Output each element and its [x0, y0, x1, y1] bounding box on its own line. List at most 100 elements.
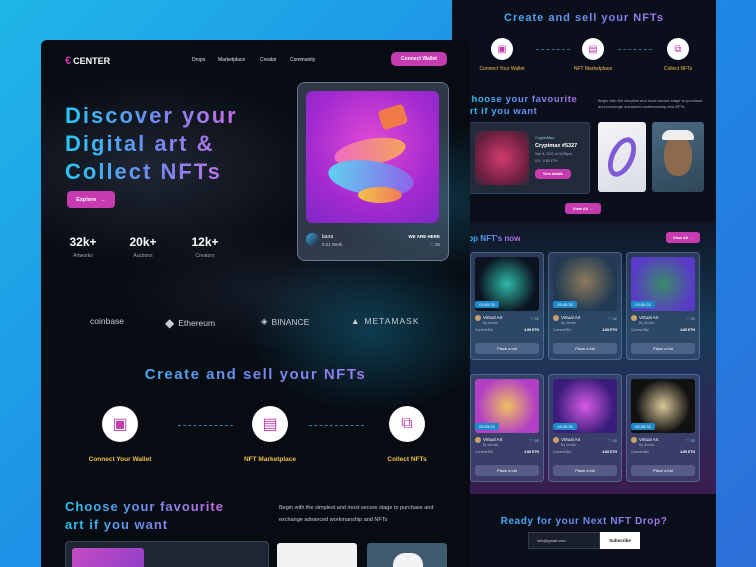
nft-card[interactable]: 03:05:33 Virtual Art By denish ♡ 92 Curr… — [470, 252, 544, 360]
stat-value: 32k+ — [69, 235, 97, 249]
creator-avatar — [475, 315, 481, 321]
nft-card-likes: ♡ 92 — [608, 438, 617, 443]
view-details-button[interactable]: View details — [535, 169, 571, 179]
place-bid-button[interactable]: Place a bid — [553, 343, 617, 354]
top-view-all-button[interactable]: View All → — [666, 232, 700, 243]
hero-nft-card[interactable]: laura 0.21 Weth WE ARE HERE ♡ 25 — [297, 82, 449, 261]
binance-icon: ◈ — [261, 316, 268, 326]
creator-avatar — [553, 315, 559, 321]
wallet-icon: ▣ — [102, 406, 138, 442]
nft-card-price: 4.89 ETH — [524, 328, 539, 332]
heart-icon: ♡ — [685, 316, 690, 321]
nft-card-timer: 03:05:33 — [553, 301, 577, 308]
hero-line: Collect NFTs — [65, 159, 222, 184]
creator-avatar — [631, 315, 637, 321]
card-tag: WE ARE HERE — [408, 234, 440, 239]
nft-thumb[interactable] — [277, 543, 357, 567]
nav-drops[interactable]: Drops — [192, 57, 205, 63]
store-icon: ▤ — [252, 406, 288, 442]
featured-nft-card[interactable]: CryptoMax Cryptmax #5327 Sep 8, 2022 at … — [468, 122, 590, 194]
nft-card-name: Virtual Art — [639, 315, 659, 320]
nft-card-label: Current Bid — [475, 450, 493, 454]
nft-card[interactable]: 03:05:33 Virtual Art By denish ♡ 92 Curr… — [470, 374, 544, 482]
nft-card-timer: 03:05:33 — [475, 423, 499, 430]
choose-line: Choose your favourite — [65, 499, 224, 514]
hero-line: Digital art & — [65, 131, 215, 156]
nav-marketplace[interactable]: Marketplace — [218, 57, 245, 63]
connect-wallet-button[interactable]: Connect Wallet — [391, 52, 447, 66]
heart-icon: ♡ — [529, 316, 534, 321]
collect-icon: ⧉ — [667, 38, 689, 60]
logo-text: CENTER — [73, 56, 111, 66]
nft-card[interactable]: 03:05:33 Virtual Art By denish ♡ 92 Curr… — [626, 252, 700, 360]
owner-price: 0.21 Weth — [322, 242, 343, 247]
nft-card-creator: By denish — [483, 321, 499, 325]
rp-step-label: NFT Marketplace — [573, 66, 613, 72]
heart-icon: ♡ — [607, 438, 612, 443]
nft-card-creator: By denish — [483, 443, 499, 447]
brand-coinbase: coinbase — [90, 316, 124, 326]
nft-card-likes: ♡ 92 — [530, 316, 539, 321]
ape-shape — [664, 136, 692, 176]
nav-community[interactable]: Community — [290, 57, 315, 63]
subscribe-button[interactable]: Subscribe — [600, 532, 640, 549]
nft-card-likes: ♡ 92 — [686, 438, 695, 443]
view-all-button[interactable]: View All → — [565, 203, 601, 214]
step-label: Connect Your Wallet — [88, 456, 152, 463]
brand-metamask: ▲ METAMASK — [351, 316, 420, 326]
place-bid-button[interactable]: Place a bid — [553, 465, 617, 476]
ring-shape — [602, 132, 642, 182]
heart-icon: ♡ — [529, 438, 534, 443]
stat-label: Auctions — [133, 253, 153, 259]
nft-card-creator: By denish — [561, 443, 577, 447]
nft-card-name: Virtual Art — [561, 315, 581, 320]
top-view-all-label: View All — [672, 235, 688, 240]
candy-shape — [377, 103, 409, 131]
nft-thumb-ape[interactable] — [652, 122, 704, 192]
rp-step-marketplace: ▤ NFT Marketplace — [555, 38, 631, 72]
brand-binance: ◈ BINANCE — [261, 316, 309, 327]
choose-title: Choose your favourite art if you want — [65, 498, 224, 534]
email-input[interactable]: info@gmail.com — [528, 532, 600, 549]
step-collect: ⧉ Collect NFTs — [362, 406, 452, 463]
nft-card-likes: ♡ 92 — [686, 316, 695, 321]
featured-card[interactable] — [65, 541, 269, 567]
featured-name: Cryptmax #5327 — [535, 143, 578, 149]
step-label: Collect NFTs — [387, 456, 427, 463]
nft-card-label: Current Bid — [553, 328, 571, 332]
nft-card[interactable]: 03:05:33 Virtual Art By denish ♡ 92 Curr… — [548, 252, 622, 360]
featured-price: 0.5 - 6.89 ETH — [535, 159, 558, 163]
nft-card-label: Current Bid — [631, 450, 649, 454]
featured-nft-image — [475, 131, 529, 185]
nft-thumb[interactable] — [367, 543, 447, 567]
nft-card-creator: By denish — [639, 321, 655, 325]
nft-card[interactable]: 03:05:33 Virtual Art By denish ♡ 92 Curr… — [626, 374, 700, 482]
stat-value: 12k+ — [191, 235, 219, 249]
card-likes-value: 25 — [434, 242, 440, 247]
logo[interactable]: € CENTER — [65, 55, 110, 67]
place-bid-button[interactable]: Place a bid — [475, 343, 539, 354]
nft-card-price: 4.89 ETH — [680, 328, 695, 332]
section-title: Create and sell your NFTs — [41, 366, 470, 383]
creator-avatar — [631, 437, 637, 443]
nft-thumb-ring[interactable] — [598, 122, 646, 192]
rp-choose-title: Choose your favourite art if you want — [464, 94, 592, 118]
nft-card-price: 4.89 ETH — [680, 450, 695, 454]
store-icon: ▤ — [582, 38, 604, 60]
stat-artworks: 32k+ Artworks — [53, 235, 113, 259]
place-bid-button[interactable]: Place a bid — [475, 465, 539, 476]
place-bid-button[interactable]: Place a bid — [631, 343, 695, 354]
brand-name: BINANCE — [271, 316, 310, 327]
view-all-label: View All — [572, 206, 588, 211]
hero-title: Discover your Digital art & Collect NFTs — [65, 102, 238, 186]
step-label: NFT Marketplace — [243, 456, 297, 463]
explore-button[interactable]: Explore → — [67, 191, 115, 208]
nft-card-likes-value: 92 — [534, 316, 539, 321]
place-bid-button[interactable]: Place a bid — [631, 465, 695, 476]
step-marketplace: ▤ NFT Marketplace — [225, 406, 315, 463]
rp-step-label: Connect Your Wallet — [479, 66, 525, 72]
owner-name: laura — [322, 234, 334, 240]
nav-creator[interactable]: Creator — [260, 57, 277, 63]
nft-card-likes-value: 92 — [690, 316, 695, 321]
nft-card[interactable]: 03:05:33 Virtual Art By denish ♡ 92 Curr… — [548, 374, 622, 482]
